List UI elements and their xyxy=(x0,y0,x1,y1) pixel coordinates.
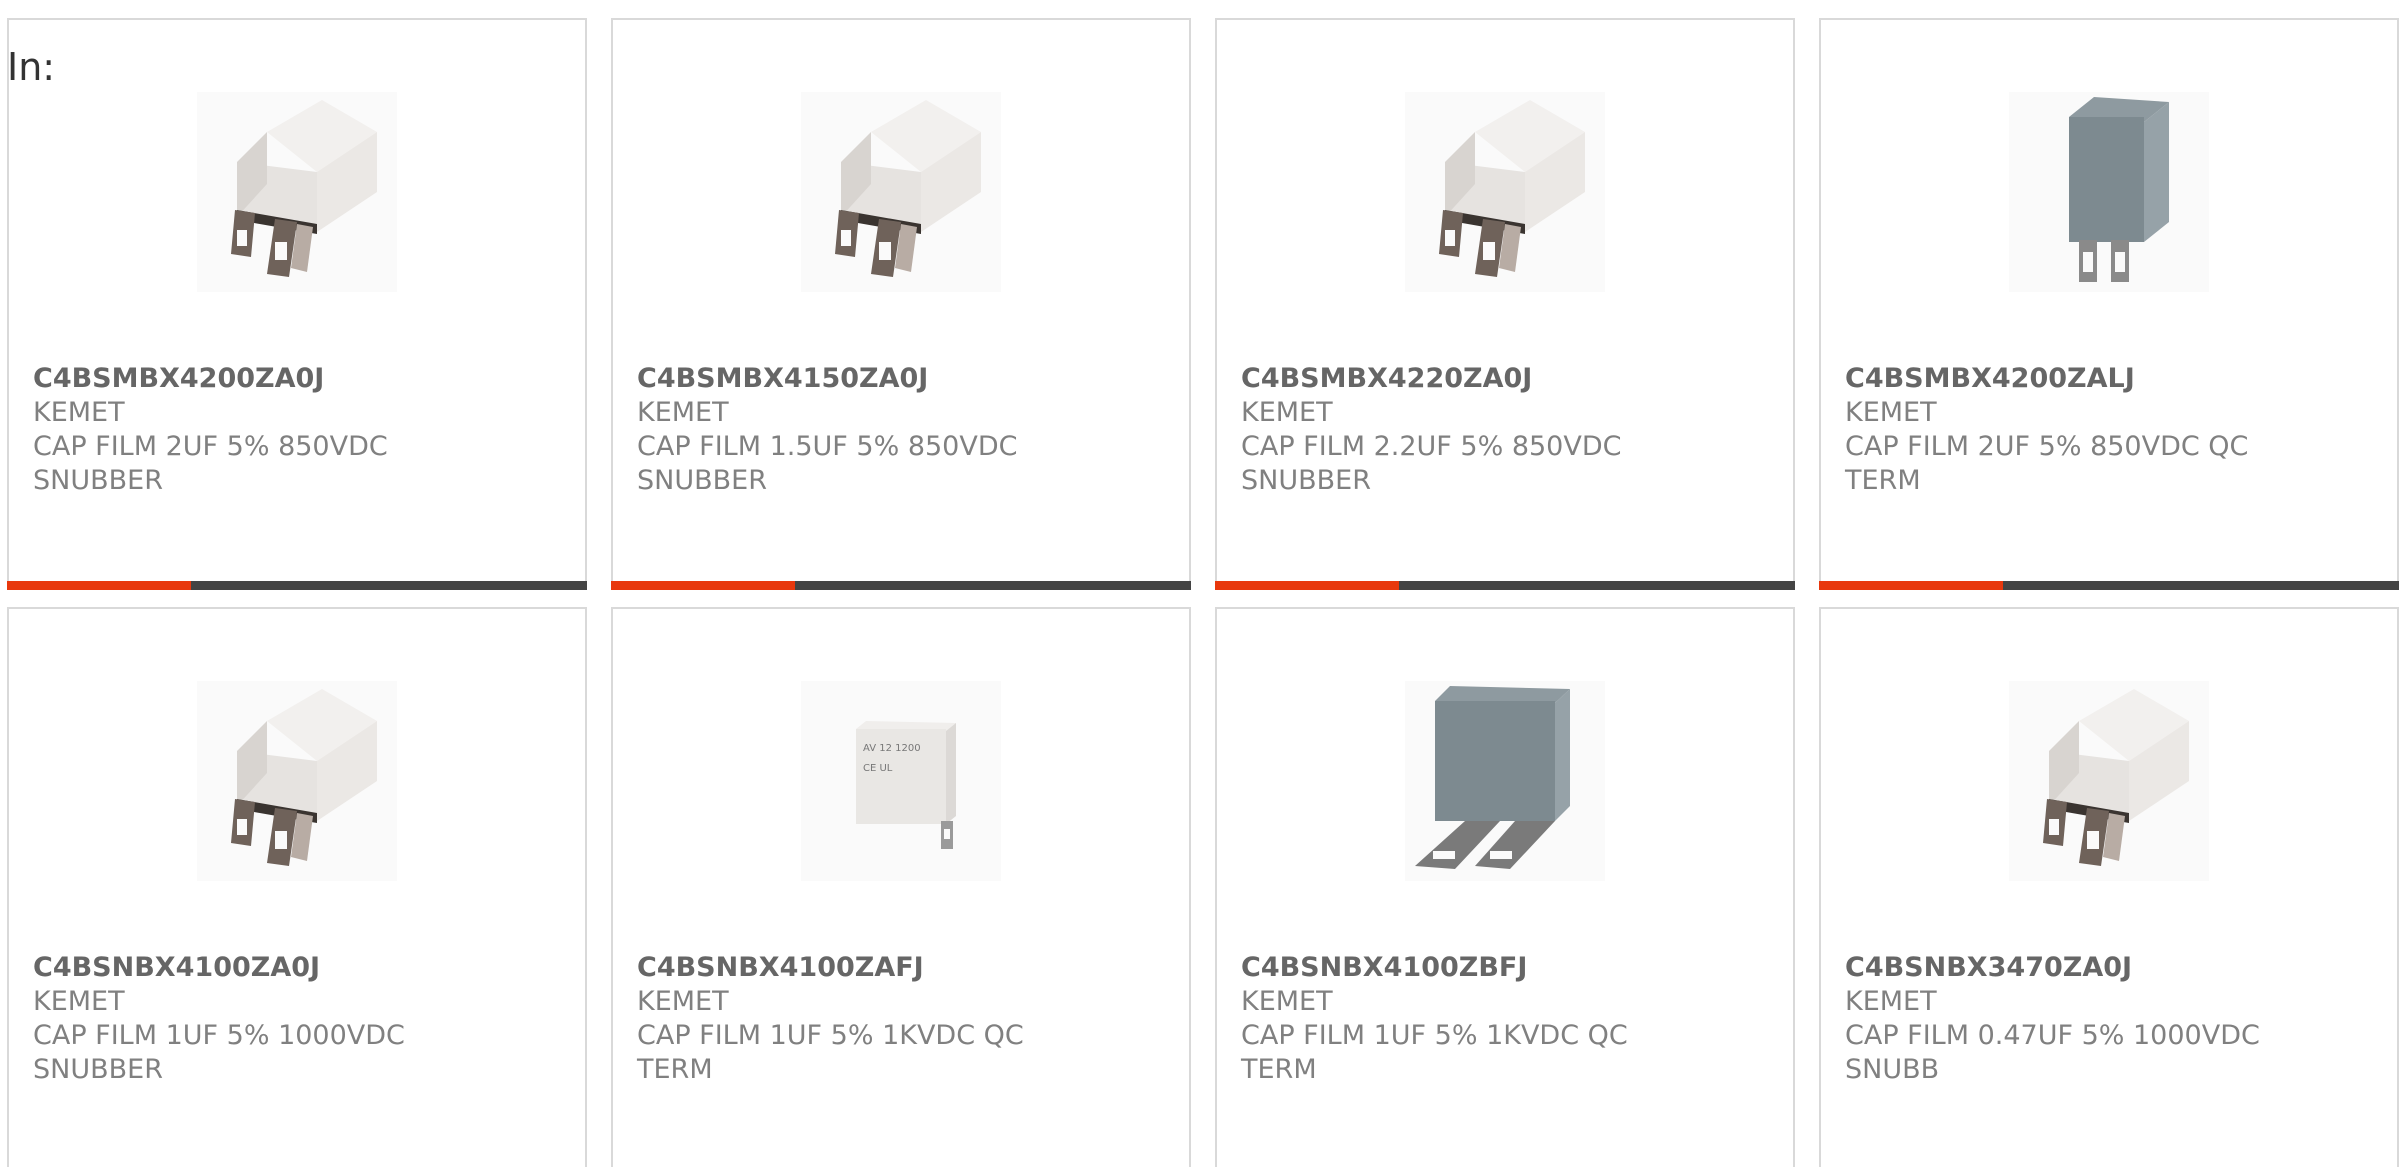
manufacturer: KEMET xyxy=(637,986,729,1017)
description-line-2: SNUBBER xyxy=(33,1054,163,1085)
description-line-2: SNUBBER xyxy=(637,465,767,496)
white-capacitor-icon xyxy=(197,92,397,292)
part-number: C4BSNBX3470ZA0J xyxy=(1845,952,2133,983)
in-label: In: xyxy=(7,45,56,89)
manufacturer: KEMET xyxy=(637,397,729,428)
product-info: C4BSNBX4100ZA0J KEMET CAP FILM 1UF 5% 10… xyxy=(33,951,569,1087)
manufacturer: KEMET xyxy=(1845,397,1937,428)
product-card[interactable]: C4BSMBX4200ZALJ KEMET CAP FILM 2UF 5% 85… xyxy=(1819,18,2399,590)
part-number: C4BSNBX4100ZBFJ xyxy=(1241,952,1528,983)
part-number: C4BSMBX4200ZA0J xyxy=(33,363,325,394)
description-line-1: CAP FILM 1.5UF 5% 850VDC xyxy=(637,431,1018,462)
manufacturer: KEMET xyxy=(33,397,125,428)
manufacturer: KEMET xyxy=(1241,397,1333,428)
product-card[interactable]: C4BSMBX4150ZA0J KEMET CAP FILM 1.5UF 5% … xyxy=(611,18,1191,590)
white-capacitor-icon xyxy=(801,92,1001,292)
product-info: C4BSMBX4150ZA0J KEMET CAP FILM 1.5UF 5% … xyxy=(637,362,1173,498)
part-number: C4BSMBX4220ZA0J xyxy=(1241,363,1533,394)
card-bottom-bar xyxy=(1819,581,2399,590)
white-capacitor-icon xyxy=(2009,681,2209,881)
part-number: C4BSMBX4150ZA0J xyxy=(637,363,929,394)
product-info: C4BSMBX4220ZA0J KEMET CAP FILM 2.2UF 5% … xyxy=(1241,362,1777,498)
description-line-1: CAP FILM 1UF 5% 1KVDC QC xyxy=(637,1020,1024,1051)
description-line-1: CAP FILM 1UF 5% 1KVDC QC xyxy=(1241,1020,1628,1051)
product-card[interactable]: C4BSMBX4200ZA0J KEMET CAP FILM 2UF 5% 85… xyxy=(7,18,587,590)
description-line-2: TERM xyxy=(637,1054,713,1085)
description-line-1: CAP FILM 1UF 5% 1000VDC xyxy=(33,1020,405,1051)
product-card[interactable]: C4BSNBX4100ZAFJ KEMET CAP FILM 1UF 5% 1K… xyxy=(611,607,1191,1167)
gray-capacitor-upright-icon xyxy=(2009,92,2209,292)
card-accent-bar xyxy=(1215,581,1399,590)
product-card[interactable]: C4BSMBX4220ZA0J KEMET CAP FILM 2.2UF 5% … xyxy=(1215,18,1795,590)
product-info: C4BSNBX4100ZAFJ KEMET CAP FILM 1UF 5% 1K… xyxy=(637,951,1173,1087)
product-info: C4BSMBX4200ZA0J KEMET CAP FILM 2UF 5% 85… xyxy=(33,362,569,498)
card-bottom-bar xyxy=(1215,581,1795,590)
description-line-2: TERM xyxy=(1241,1054,1317,1085)
manufacturer: KEMET xyxy=(1241,986,1333,1017)
part-number: C4BSNBX4100ZAFJ xyxy=(637,952,924,983)
product-card[interactable]: C4BSNBX4100ZA0J KEMET CAP FILM 1UF 5% 10… xyxy=(7,607,587,1167)
product-card[interactable]: C4BSNBX4100ZBFJ KEMET CAP FILM 1UF 5% 1K… xyxy=(1215,607,1795,1167)
product-card[interactable]: C4BSNBX3470ZA0J KEMET CAP FILM 0.47UF 5%… xyxy=(1819,607,2399,1167)
card-bottom-bar xyxy=(7,581,587,590)
description-line-1: CAP FILM 2.2UF 5% 850VDC xyxy=(1241,431,1622,462)
card-accent-bar xyxy=(7,581,191,590)
small-white-capacitor-icon xyxy=(801,681,1001,881)
gray-capacitor-flat-icon xyxy=(1405,681,1605,881)
manufacturer: KEMET xyxy=(1845,986,1937,1017)
card-accent-bar xyxy=(611,581,795,590)
white-capacitor-icon xyxy=(1405,92,1605,292)
description-line-2: SNUBB xyxy=(1845,1054,1940,1085)
white-capacitor-icon xyxy=(197,681,397,881)
card-accent-bar xyxy=(1819,581,2003,590)
product-info: C4BSNBX4100ZBFJ KEMET CAP FILM 1UF 5% 1K… xyxy=(1241,951,1777,1087)
product-grid-page: In: C4BSMBX4200ZA0J KEMET CAP FILM 2UF 5… xyxy=(0,0,2400,1167)
part-number: C4BSMBX4200ZALJ xyxy=(1845,363,2135,394)
product-info: C4BSNBX3470ZA0J KEMET CAP FILM 0.47UF 5%… xyxy=(1845,951,2381,1087)
manufacturer: KEMET xyxy=(33,986,125,1017)
part-number: C4BSNBX4100ZA0J xyxy=(33,952,321,983)
description-line-2: SNUBBER xyxy=(1241,465,1371,496)
product-info: C4BSMBX4200ZALJ KEMET CAP FILM 2UF 5% 85… xyxy=(1845,362,2381,498)
description-line-2: TERM xyxy=(1845,465,1921,496)
description-line-1: CAP FILM 0.47UF 5% 1000VDC xyxy=(1845,1020,2260,1051)
card-bottom-bar xyxy=(611,581,1191,590)
description-line-1: CAP FILM 2UF 5% 850VDC QC xyxy=(1845,431,2249,462)
description-line-1: CAP FILM 2UF 5% 850VDC xyxy=(33,431,388,462)
description-line-2: SNUBBER xyxy=(33,465,163,496)
